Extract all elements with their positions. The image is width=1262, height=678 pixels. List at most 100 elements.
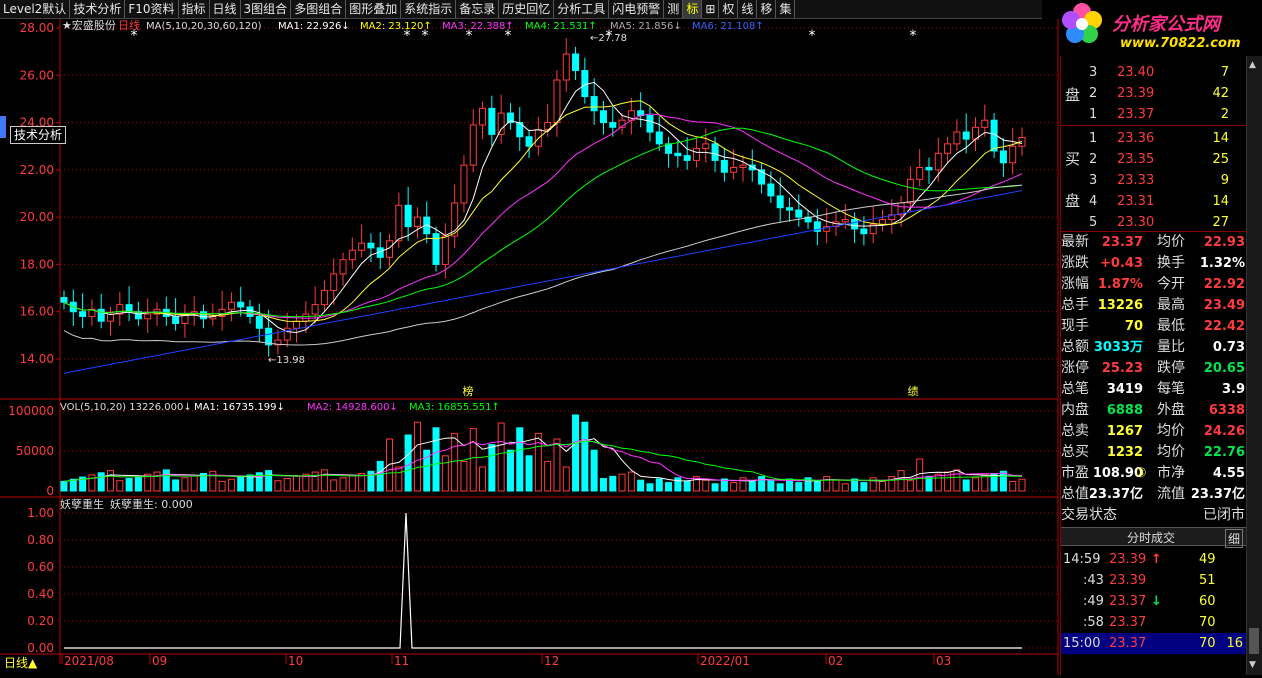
candle-body <box>79 311 87 317</box>
candle-body <box>953 131 961 145</box>
volume-bar <box>637 479 645 492</box>
tick-time: :49 <box>1083 594 1104 609</box>
volume-bar <box>479 466 487 492</box>
candle-body <box>581 70 589 98</box>
toolbar-item-17[interactable]: 线 <box>738 0 758 18</box>
candle-body <box>711 143 719 161</box>
toolbar-item-7[interactable]: 图形叠加 <box>346 0 402 18</box>
tick-row: 14:59 23.39 ↑ 49 <box>1061 549 1247 570</box>
ma-legend-label: MA(5,10,20,30,60,120) <box>146 21 262 32</box>
candle-body <box>599 110 607 124</box>
candle-body <box>590 96 598 112</box>
candle-body <box>134 311 142 320</box>
period-toggle: 日线▲ <box>4 656 38 670</box>
vertical-scrollbar[interactable]: ▲ ▼ <box>1246 56 1262 675</box>
candle-body <box>683 155 691 161</box>
candle-body <box>841 219 849 223</box>
candle-body <box>720 159 728 173</box>
candle-body <box>999 150 1007 164</box>
candle-body <box>339 259 347 275</box>
toolbar-item-11[interactable]: 分析工具 <box>554 0 610 18</box>
stat-row: 总买 1232 均价 22.76 <box>1061 442 1247 463</box>
signal-star: * <box>466 28 473 44</box>
toolbar-item-10[interactable]: 历史回忆 <box>499 0 555 18</box>
kline-chart-area[interactable]: 28.00 26.00 24.00 22.00 20.00 18.00 16.00 14.00… <box>0 18 1060 675</box>
volume-bar <box>339 477 347 492</box>
buy-vol: 25 <box>1212 152 1229 167</box>
volume-bar <box>683 480 691 492</box>
volume-bar <box>153 471 161 492</box>
signal-star: * <box>910 28 917 44</box>
toolbar-item-18[interactable]: 移 <box>757 0 777 18</box>
indicator-tick-label: 0.60 <box>27 560 54 574</box>
candle-body <box>860 228 868 235</box>
toolbar-item-5[interactable]: 3图组合 <box>241 0 292 18</box>
toolbar-item-2[interactable]: F10资料 <box>125 0 179 18</box>
buy-level: 5 <box>1089 215 1098 230</box>
stat-row: 市盈 108.90 ③ 市净 4.55 <box>1061 463 1247 484</box>
stock-name: ★宏盛股份 <box>62 19 116 32</box>
tick-price: 23.37 <box>1109 594 1147 609</box>
stat-row: 最新 23.37 均价 22.93 <box>1061 232 1247 253</box>
toolbar-item-13[interactable]: 测 <box>664 0 684 18</box>
toolbar-item-12[interactable]: 闪电预警 <box>609 0 665 18</box>
stat-value: 1267 <box>1106 424 1143 439</box>
toolbar-item-4[interactable]: 日线 <box>210 0 241 18</box>
indicator-tick-label: 0.40 <box>27 587 54 601</box>
toolbar-item-14[interactable]: 标 <box>683 0 703 18</box>
scroll-down-icon[interactable]: ▼ <box>1249 660 1259 670</box>
volume-bar <box>841 483 849 492</box>
volume-bar <box>413 421 421 492</box>
indicator-name: 妖孽重生 <box>60 497 104 511</box>
stat-key: 总卖 <box>1061 423 1089 439</box>
toolbar-item-0[interactable]: Level2默认 <box>0 0 71 18</box>
ticks-detail-button[interactable]: 细 <box>1224 529 1243 548</box>
toolbar-item-9[interactable]: 备忘录 <box>456 0 500 18</box>
toolbar-item-3[interactable]: 指标 <box>179 0 210 18</box>
kline-chart[interactable]: 28.0026.0024.0022.0020.0018.0016.0014.00… <box>0 18 1060 675</box>
volume-bar <box>878 480 886 492</box>
vol-legend-ma3: MA3: 16855.551↑ <box>409 402 500 413</box>
toolbar-item-16[interactable]: 权 <box>719 0 739 18</box>
volume-bar <box>562 466 570 492</box>
volume-bar <box>469 428 477 492</box>
stat-row: 总笔 3419 每笔 3.9 <box>1061 379 1247 400</box>
left-edge-handle[interactable] <box>0 116 6 138</box>
candle-body <box>404 204 412 228</box>
volume-bar <box>125 478 133 492</box>
volume-bar <box>348 475 356 492</box>
candle-body <box>562 53 570 81</box>
toolbar-item-1[interactable]: 技术分析 <box>70 0 126 18</box>
stat-row: 涨停 25.23 跌停 20.65 <box>1061 358 1247 379</box>
volume-bar <box>999 470 1007 492</box>
sell-side-label: 盘 <box>1065 86 1081 104</box>
volume-bar <box>190 475 198 492</box>
stat-key: 最新 <box>1061 234 1089 250</box>
volume-bar <box>97 472 105 492</box>
volume-bar <box>665 482 673 492</box>
scroll-up-icon[interactable]: ▲ <box>1249 60 1259 70</box>
date-tick-label: 11 <box>394 654 409 668</box>
stat-value2: 23.37亿 <box>1190 487 1245 502</box>
candle-body <box>655 131 663 145</box>
candle-body <box>488 107 496 135</box>
toolbar-item-8[interactable]: 系统指示 <box>401 0 457 18</box>
toolbar-item-15[interactable]: ⊞ <box>702 0 720 18</box>
stat-key: 涨停 <box>1061 360 1089 376</box>
volume-bar <box>320 469 328 492</box>
stat-key2: 最低 <box>1157 318 1185 334</box>
price-tick-label: 26.00 <box>20 68 54 82</box>
event-mark-1: 榜 <box>463 384 474 398</box>
toolbar-item-6[interactable]: 多图组合 <box>291 0 347 18</box>
volume-bar <box>60 480 68 492</box>
candle-body <box>60 297 68 303</box>
buy-vol: 9 <box>1220 173 1229 188</box>
volume-bar <box>823 476 831 492</box>
date-tick-label: 10 <box>288 654 303 668</box>
tick-row: :58 23.37 70 <box>1061 612 1247 633</box>
buy-price: 23.35 <box>1117 152 1155 167</box>
toolbar-item-19[interactable]: 集 <box>776 0 796 18</box>
volume-bar <box>441 455 449 492</box>
scroll-thumb[interactable] <box>1249 628 1259 654</box>
candle-body <box>200 311 208 320</box>
